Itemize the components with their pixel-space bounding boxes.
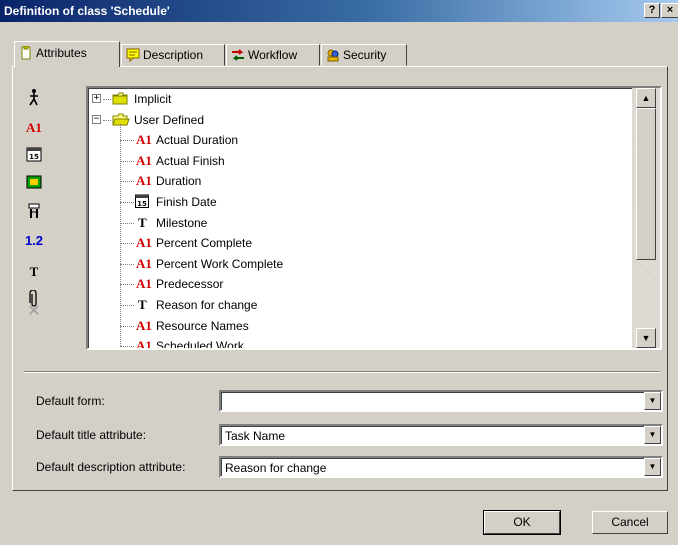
tree-connector bbox=[120, 243, 134, 245]
folder-icon bbox=[112, 92, 130, 106]
tree-connector bbox=[120, 284, 134, 286]
default-form-label: Default form: bbox=[36, 394, 105, 408]
tree-connector bbox=[120, 160, 134, 162]
close-button[interactable]: × bbox=[661, 3, 678, 18]
tree-item[interactable]: Finish Date bbox=[156, 192, 217, 212]
tree-connector bbox=[120, 123, 121, 347]
default-form-combo[interactable]: ▼ bbox=[219, 390, 663, 412]
text-attribute-icon: A1 bbox=[136, 132, 152, 148]
tab-attributes[interactable]: Attributes bbox=[14, 41, 120, 67]
tree-expander-implicit[interactable]: + bbox=[92, 94, 101, 103]
tree-item[interactable]: Percent Complete bbox=[156, 233, 252, 253]
chevron-down-icon[interactable]: ▼ bbox=[644, 458, 661, 476]
tree-item[interactable]: Duration bbox=[156, 171, 201, 191]
tree-connector bbox=[120, 181, 134, 183]
tree-item[interactable]: Resource Names bbox=[156, 316, 249, 336]
tree-connector bbox=[120, 325, 134, 327]
tree-connector bbox=[120, 222, 134, 224]
svg-text:15: 15 bbox=[29, 153, 39, 161]
default-title-combo[interactable]: Task Name ▼ bbox=[219, 424, 663, 446]
tree-connector bbox=[120, 263, 134, 265]
scroll-thumb[interactable] bbox=[636, 108, 656, 260]
cancel-button[interactable]: Cancel bbox=[592, 511, 668, 534]
tree-item[interactable]: Percent Work Complete bbox=[156, 254, 283, 274]
workflow-tab-icon bbox=[232, 49, 244, 61]
date-attribute-icon[interactable]: 15 bbox=[24, 146, 44, 166]
tree-connector bbox=[103, 119, 111, 121]
tree-connector bbox=[120, 346, 134, 348]
tree-connector bbox=[120, 140, 134, 142]
image-attribute-icon[interactable] bbox=[24, 174, 44, 194]
tree-expander-user-defined[interactable]: − bbox=[92, 114, 101, 124]
memo-attribute-icon[interactable]: T bbox=[24, 262, 44, 282]
text-attribute-icon: A1 bbox=[136, 255, 152, 271]
tree-connector bbox=[120, 202, 134, 203]
date-attribute-icon: 15 bbox=[135, 194, 153, 210]
window-title: Definition of class 'Schedule' bbox=[4, 4, 170, 18]
tree-item[interactable]: Predecessor bbox=[156, 274, 223, 294]
text-attribute-icon: A1 bbox=[136, 276, 152, 292]
tree-item[interactable]: Reason for change bbox=[156, 295, 257, 315]
tab-description[interactable]: Description bbox=[121, 44, 225, 66]
memo-attribute-icon: T bbox=[138, 297, 147, 312]
tree-group-implicit[interactable]: Implicit bbox=[134, 89, 171, 109]
tree-scrollbar[interactable]: ▲ ▼ bbox=[632, 88, 660, 348]
tree-connector bbox=[103, 99, 111, 100]
chevron-down-icon[interactable]: ▼ bbox=[644, 426, 661, 444]
default-description-combo[interactable]: Reason for change ▼ bbox=[219, 456, 663, 478]
list-attribute-icon[interactable] bbox=[24, 202, 44, 222]
tree-item[interactable]: Scheduled Work bbox=[156, 336, 244, 348]
tree-item[interactable]: Milestone bbox=[156, 213, 207, 233]
tab-workflow[interactable]: Workflow bbox=[226, 44, 320, 66]
text-attribute-icon[interactable]: A1 bbox=[24, 118, 44, 138]
default-title-label: Default title attribute: bbox=[36, 428, 147, 442]
scroll-up-button[interactable]: ▲ bbox=[636, 88, 656, 108]
tab-security[interactable]: Security bbox=[321, 44, 407, 66]
attribute-tree[interactable]: + Implicit − User Defined A1 Actual Duration A… bbox=[86, 86, 662, 350]
svg-text:15: 15 bbox=[137, 200, 147, 208]
dialog-window: Definition of class 'Schedule' ? × Attri… bbox=[0, 0, 678, 545]
title-bar[interactable]: Definition of class 'Schedule' bbox=[0, 0, 678, 22]
memo-attribute-icon: T bbox=[138, 214, 147, 230]
chevron-down-icon[interactable]: ▼ bbox=[644, 392, 661, 410]
default-description-value: Reason for change bbox=[225, 461, 327, 475]
ok-button[interactable]: OK bbox=[483, 510, 561, 535]
text-attribute-icon: A1 bbox=[136, 173, 152, 189]
number-attribute-icon[interactable]: 1.2 bbox=[24, 231, 44, 251]
attributes-tab-icon bbox=[21, 46, 31, 60]
tree-connector bbox=[120, 305, 134, 306]
text-attribute-icon: A1 bbox=[136, 235, 152, 251]
folder-icon bbox=[112, 113, 130, 127]
scroll-down-button[interactable]: ▼ bbox=[636, 328, 656, 348]
delete-icon[interactable]: ✕ bbox=[24, 302, 44, 322]
text-attribute-icon: A1 bbox=[136, 317, 152, 333]
default-description-label: Default description attribute: bbox=[36, 460, 186, 474]
person-icon[interactable] bbox=[24, 88, 44, 108]
help-button[interactable]: ? bbox=[644, 3, 660, 18]
tree-group-user-defined[interactable]: User Defined bbox=[134, 110, 204, 130]
tree-item[interactable]: Actual Finish bbox=[156, 151, 225, 171]
description-tab-icon bbox=[126, 48, 140, 62]
tree-item[interactable]: Actual Duration bbox=[156, 130, 238, 150]
text-attribute-icon: A1 bbox=[136, 338, 152, 350]
default-title-value: Task Name bbox=[225, 429, 286, 443]
security-tab-icon bbox=[327, 49, 339, 62]
separator bbox=[24, 371, 660, 373]
text-attribute-icon: A1 bbox=[136, 152, 152, 168]
